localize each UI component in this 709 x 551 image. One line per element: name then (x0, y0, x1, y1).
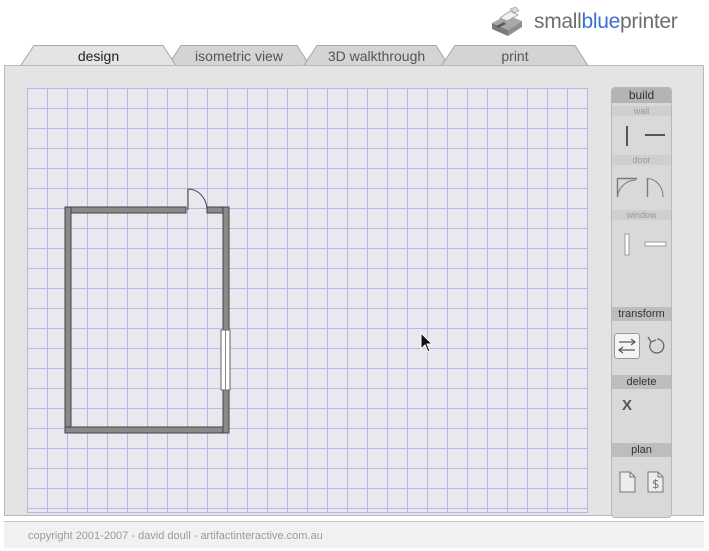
wall-right-bottom[interactable] (222, 389, 230, 434)
wall-vertical-icon (626, 126, 628, 146)
rotate-button[interactable] (642, 333, 668, 359)
save-plan-icon (647, 471, 664, 493)
door-right-icon (646, 178, 664, 198)
new-plan-button[interactable] (614, 469, 640, 495)
window-section-label: window (612, 210, 671, 220)
door[interactable] (187, 188, 208, 211)
copyright-text: copyright 2001-2007 - david doull - arti… (28, 530, 323, 542)
flip-button[interactable] (614, 333, 640, 359)
window-horizontal-button[interactable] (642, 231, 668, 257)
floor-plan-canvas[interactable] (27, 88, 588, 513)
tab-label: 3D walkthrough (327, 48, 426, 64)
wall-section-label: wall (612, 106, 671, 116)
logo-text: smallblueprinter (534, 10, 678, 33)
wall-bottom[interactable] (64, 426, 230, 434)
window-horizontal-icon (644, 241, 667, 247)
plan-header: plan (612, 443, 671, 457)
flip-arrows-icon (618, 338, 636, 354)
tab-bar: isometric view 3D walkthrough print desi… (0, 45, 709, 67)
transform-header: transform (612, 307, 671, 321)
build-toolbar: build wall door window transform delete … (611, 87, 672, 518)
window[interactable] (220, 329, 231, 391)
mouse-cursor-icon (420, 332, 434, 353)
app-window: smallblueprinter isometric view 3D walkt… (0, 0, 709, 551)
wall-horizontal-icon (645, 134, 665, 136)
tab-print[interactable]: print (441, 45, 589, 67)
tab-design[interactable]: design (20, 45, 177, 67)
door-left-icon (616, 177, 637, 198)
floor-plan (64, 188, 231, 434)
tab-isometric-view[interactable]: isometric view (167, 45, 311, 67)
save-plan-button[interactable] (642, 469, 668, 495)
door-right-button[interactable] (642, 174, 668, 200)
build-header: build (612, 88, 671, 103)
tab-label: isometric view (195, 48, 283, 64)
window-vertical-button[interactable] (614, 231, 640, 257)
door-left-button[interactable] (614, 174, 640, 200)
rotate-icon (647, 336, 665, 354)
delete-button[interactable]: X (614, 393, 640, 419)
tab-label: print (501, 48, 529, 64)
delete-header: delete (612, 375, 671, 389)
delete-icon: X (621, 397, 632, 414)
wall-left[interactable] (64, 206, 72, 434)
tab-3d-walkthrough[interactable]: 3D walkthrough (303, 45, 450, 67)
logo: smallblueprinter (488, 6, 700, 38)
window-vertical-icon (624, 233, 630, 256)
printer-logo-icon (492, 6, 522, 36)
tab-label: design (77, 48, 120, 64)
new-plan-icon (619, 471, 636, 493)
door-section-label: door (612, 155, 671, 165)
wall-vertical-button[interactable] (614, 122, 640, 148)
wall-top-left[interactable] (64, 206, 187, 214)
wall-right-top[interactable] (222, 206, 230, 331)
wall-horizontal-button[interactable] (642, 122, 668, 148)
